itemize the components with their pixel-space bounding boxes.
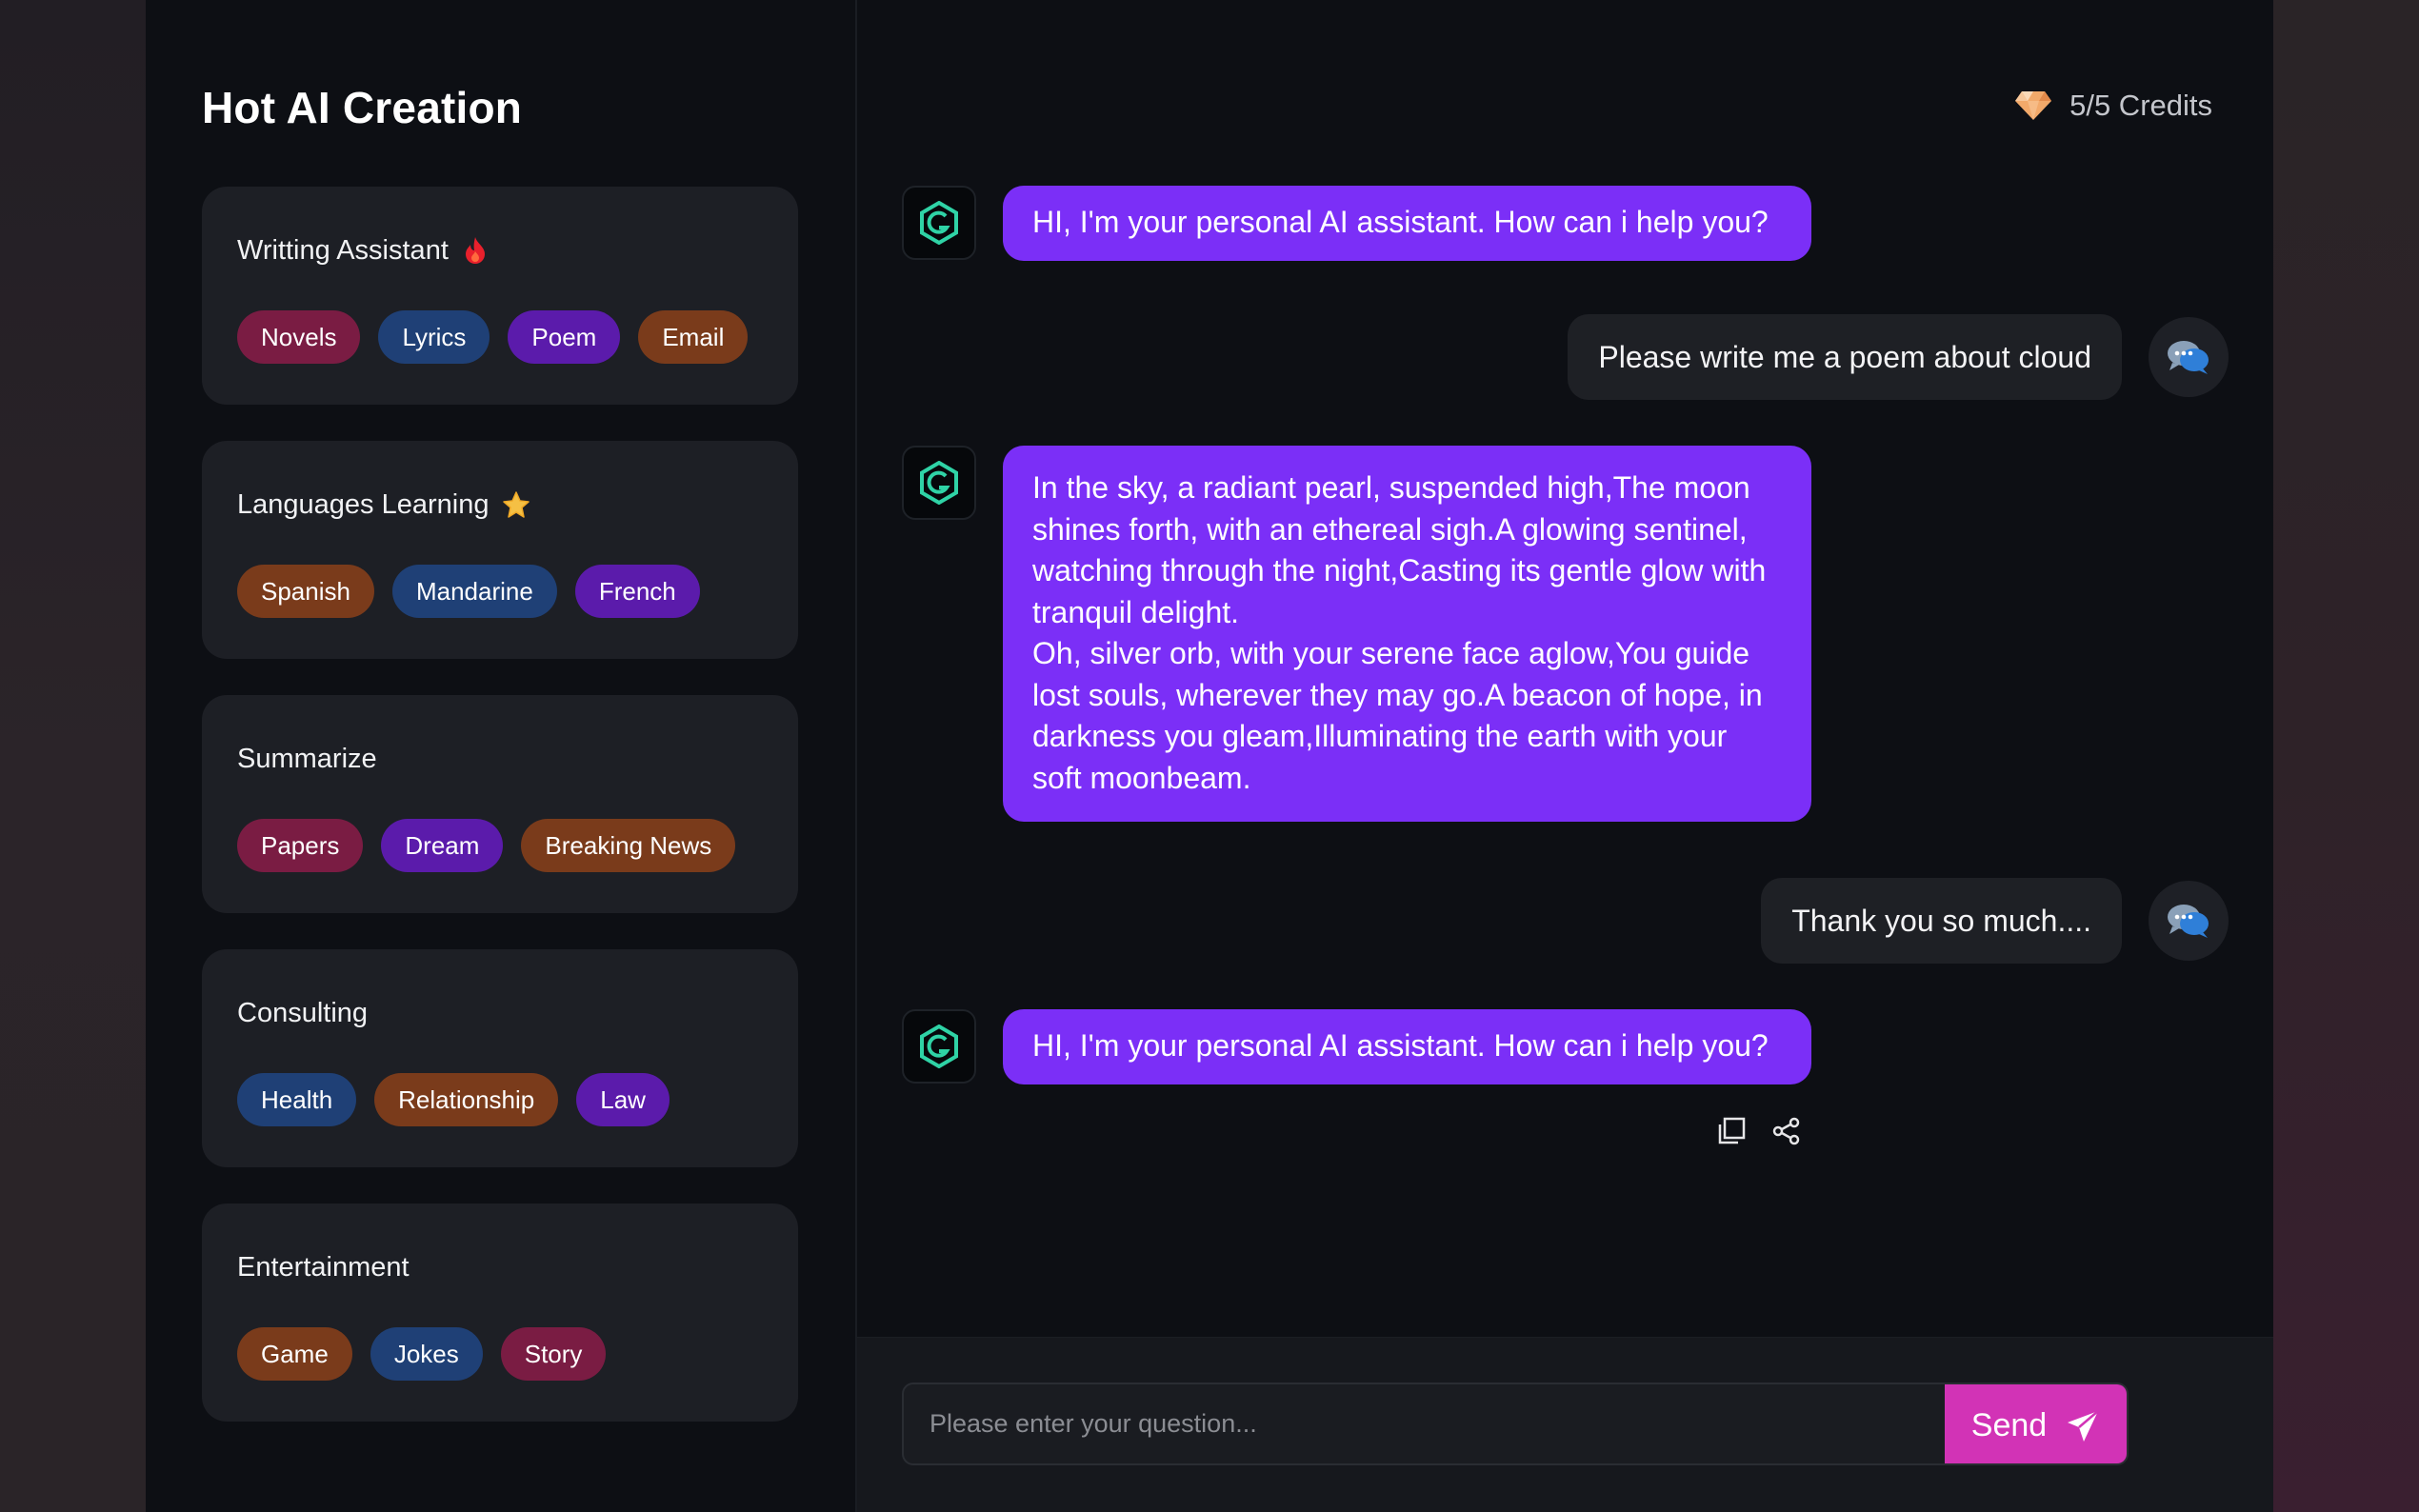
ai-message: HI, I'm your personal AI assistant. How …	[902, 1009, 1811, 1084]
user-message: Thank you so much....	[1761, 878, 2229, 964]
tag-chip[interactable]: Lyrics	[378, 310, 490, 364]
tag-list: Papers Dream Breaking News	[237, 819, 798, 872]
ai-bubble: In the sky, a radiant pearl, suspended h…	[1003, 446, 1811, 822]
category-card: Languages Learning Spanish Mandarine French	[202, 441, 798, 659]
tag-chip[interactable]: Papers	[237, 819, 364, 872]
user-avatar	[2149, 881, 2229, 961]
user-message: Please write me a poem about cloud	[1568, 314, 2229, 400]
paper-plane-icon	[2068, 1409, 2100, 1442]
tag-list: Game Jokes Story	[237, 1327, 798, 1381]
background-left	[0, 0, 146, 1512]
tag-list: Spanish Mandarine French	[237, 565, 798, 618]
tag-chip[interactable]: French	[574, 565, 700, 618]
question-input[interactable]	[904, 1384, 1945, 1463]
bot-logo-icon	[920, 461, 958, 505]
ai-message: In the sky, a radiant pearl, suspended h…	[902, 446, 1811, 822]
user-bubble: Thank you so much....	[1761, 878, 2122, 964]
user-avatar	[2149, 317, 2229, 397]
send-label: Send	[1970, 1407, 2048, 1443]
tag-chip[interactable]: Poem	[508, 310, 621, 364]
chat-panel: 5/5 Credits HI, I'm your personal AI ass…	[857, 0, 2273, 1512]
background-right	[2273, 0, 2419, 1512]
tag-list: Novels Lyrics Poem Email	[237, 310, 798, 364]
user-bubble: Please write me a poem about cloud	[1568, 314, 2122, 400]
tag-chip[interactable]: Relationship	[374, 1073, 559, 1126]
sidebar-title: Hot AI Creation	[202, 83, 523, 132]
card-header: Languages Learning	[237, 487, 798, 522]
tag-chip[interactable]: Jokes	[370, 1327, 483, 1381]
star-icon	[502, 490, 530, 519]
chat-messages: HI, I'm your personal AI assistant. How …	[857, 0, 2273, 1337]
card-title: Writting Assistant	[237, 234, 449, 266]
copy-icon[interactable]	[1717, 1117, 1746, 1145]
send-button[interactable]: Send	[1945, 1384, 2127, 1463]
chat-bubbles-icon	[2168, 341, 2209, 374]
question-input-wrapper: Send	[902, 1383, 2129, 1465]
fire-icon	[462, 236, 489, 265]
card-header: Entertainment	[237, 1250, 798, 1284]
card-title: Summarize	[237, 743, 377, 774]
ai-message: HI, I'm your personal AI assistant. How …	[902, 186, 1811, 261]
tag-chip[interactable]: Breaking News	[521, 819, 736, 872]
app-window: Hot AI Creation Writting Assistant Novels…	[146, 0, 2273, 1512]
card-header: Consulting	[237, 996, 798, 1030]
ai-message-text: HI, I'm your personal AI assistant. How …	[1032, 205, 1769, 239]
ai-bubble: HI, I'm your personal AI assistant. How …	[1003, 186, 1811, 261]
category-card: Summarize Papers Dream Breaking News	[202, 695, 798, 913]
category-card: Consulting Health Relationship Law	[202, 949, 798, 1167]
sidebar: Hot AI Creation Writting Assistant Novels…	[146, 0, 857, 1512]
card-header: Writting Assistant	[237, 233, 798, 268]
card-title: Consulting	[237, 997, 369, 1028]
tag-list: Health Relationship Law	[237, 1073, 798, 1126]
bot-avatar	[902, 186, 976, 260]
tag-chip[interactable]: Mandarine	[391, 565, 557, 618]
card-header: Summarize	[237, 742, 798, 776]
message-actions	[1717, 1117, 1801, 1145]
chat-bubbles-icon	[2168, 905, 2209, 938]
ai-message-text: HI, I'm your personal AI assistant. How …	[1032, 1028, 1769, 1063]
ai-bubble: HI, I'm your personal AI assistant. How …	[1003, 1009, 1811, 1084]
share-icon[interactable]	[1772, 1117, 1801, 1145]
bot-logo-icon	[920, 201, 958, 245]
tag-chip[interactable]: Spanish	[237, 565, 374, 618]
category-card: Entertainment Game Jokes Story	[202, 1204, 798, 1422]
bot-avatar	[902, 446, 976, 520]
tag-chip[interactable]: Game	[237, 1327, 352, 1381]
tag-chip[interactable]: Novels	[237, 310, 361, 364]
bot-avatar	[902, 1009, 976, 1084]
bot-logo-icon	[920, 1025, 958, 1068]
input-bar: Send	[857, 1337, 2273, 1512]
tag-chip[interactable]: Email	[638, 310, 749, 364]
ai-message-text: In the sky, a radiant pearl, suspended h…	[1032, 470, 1767, 795]
tag-chip[interactable]: Story	[500, 1327, 607, 1381]
card-title: Languages Learning	[237, 488, 490, 520]
tag-chip[interactable]: Dream	[381, 819, 504, 872]
tag-chip[interactable]: Health	[237, 1073, 357, 1126]
category-cards: Writting Assistant Novels Lyrics Poem Email L…	[202, 187, 855, 1422]
category-card: Writting Assistant Novels Lyrics Poem Email	[202, 187, 798, 405]
tag-chip[interactable]: Law	[576, 1073, 670, 1126]
card-title: Entertainment	[237, 1251, 410, 1283]
